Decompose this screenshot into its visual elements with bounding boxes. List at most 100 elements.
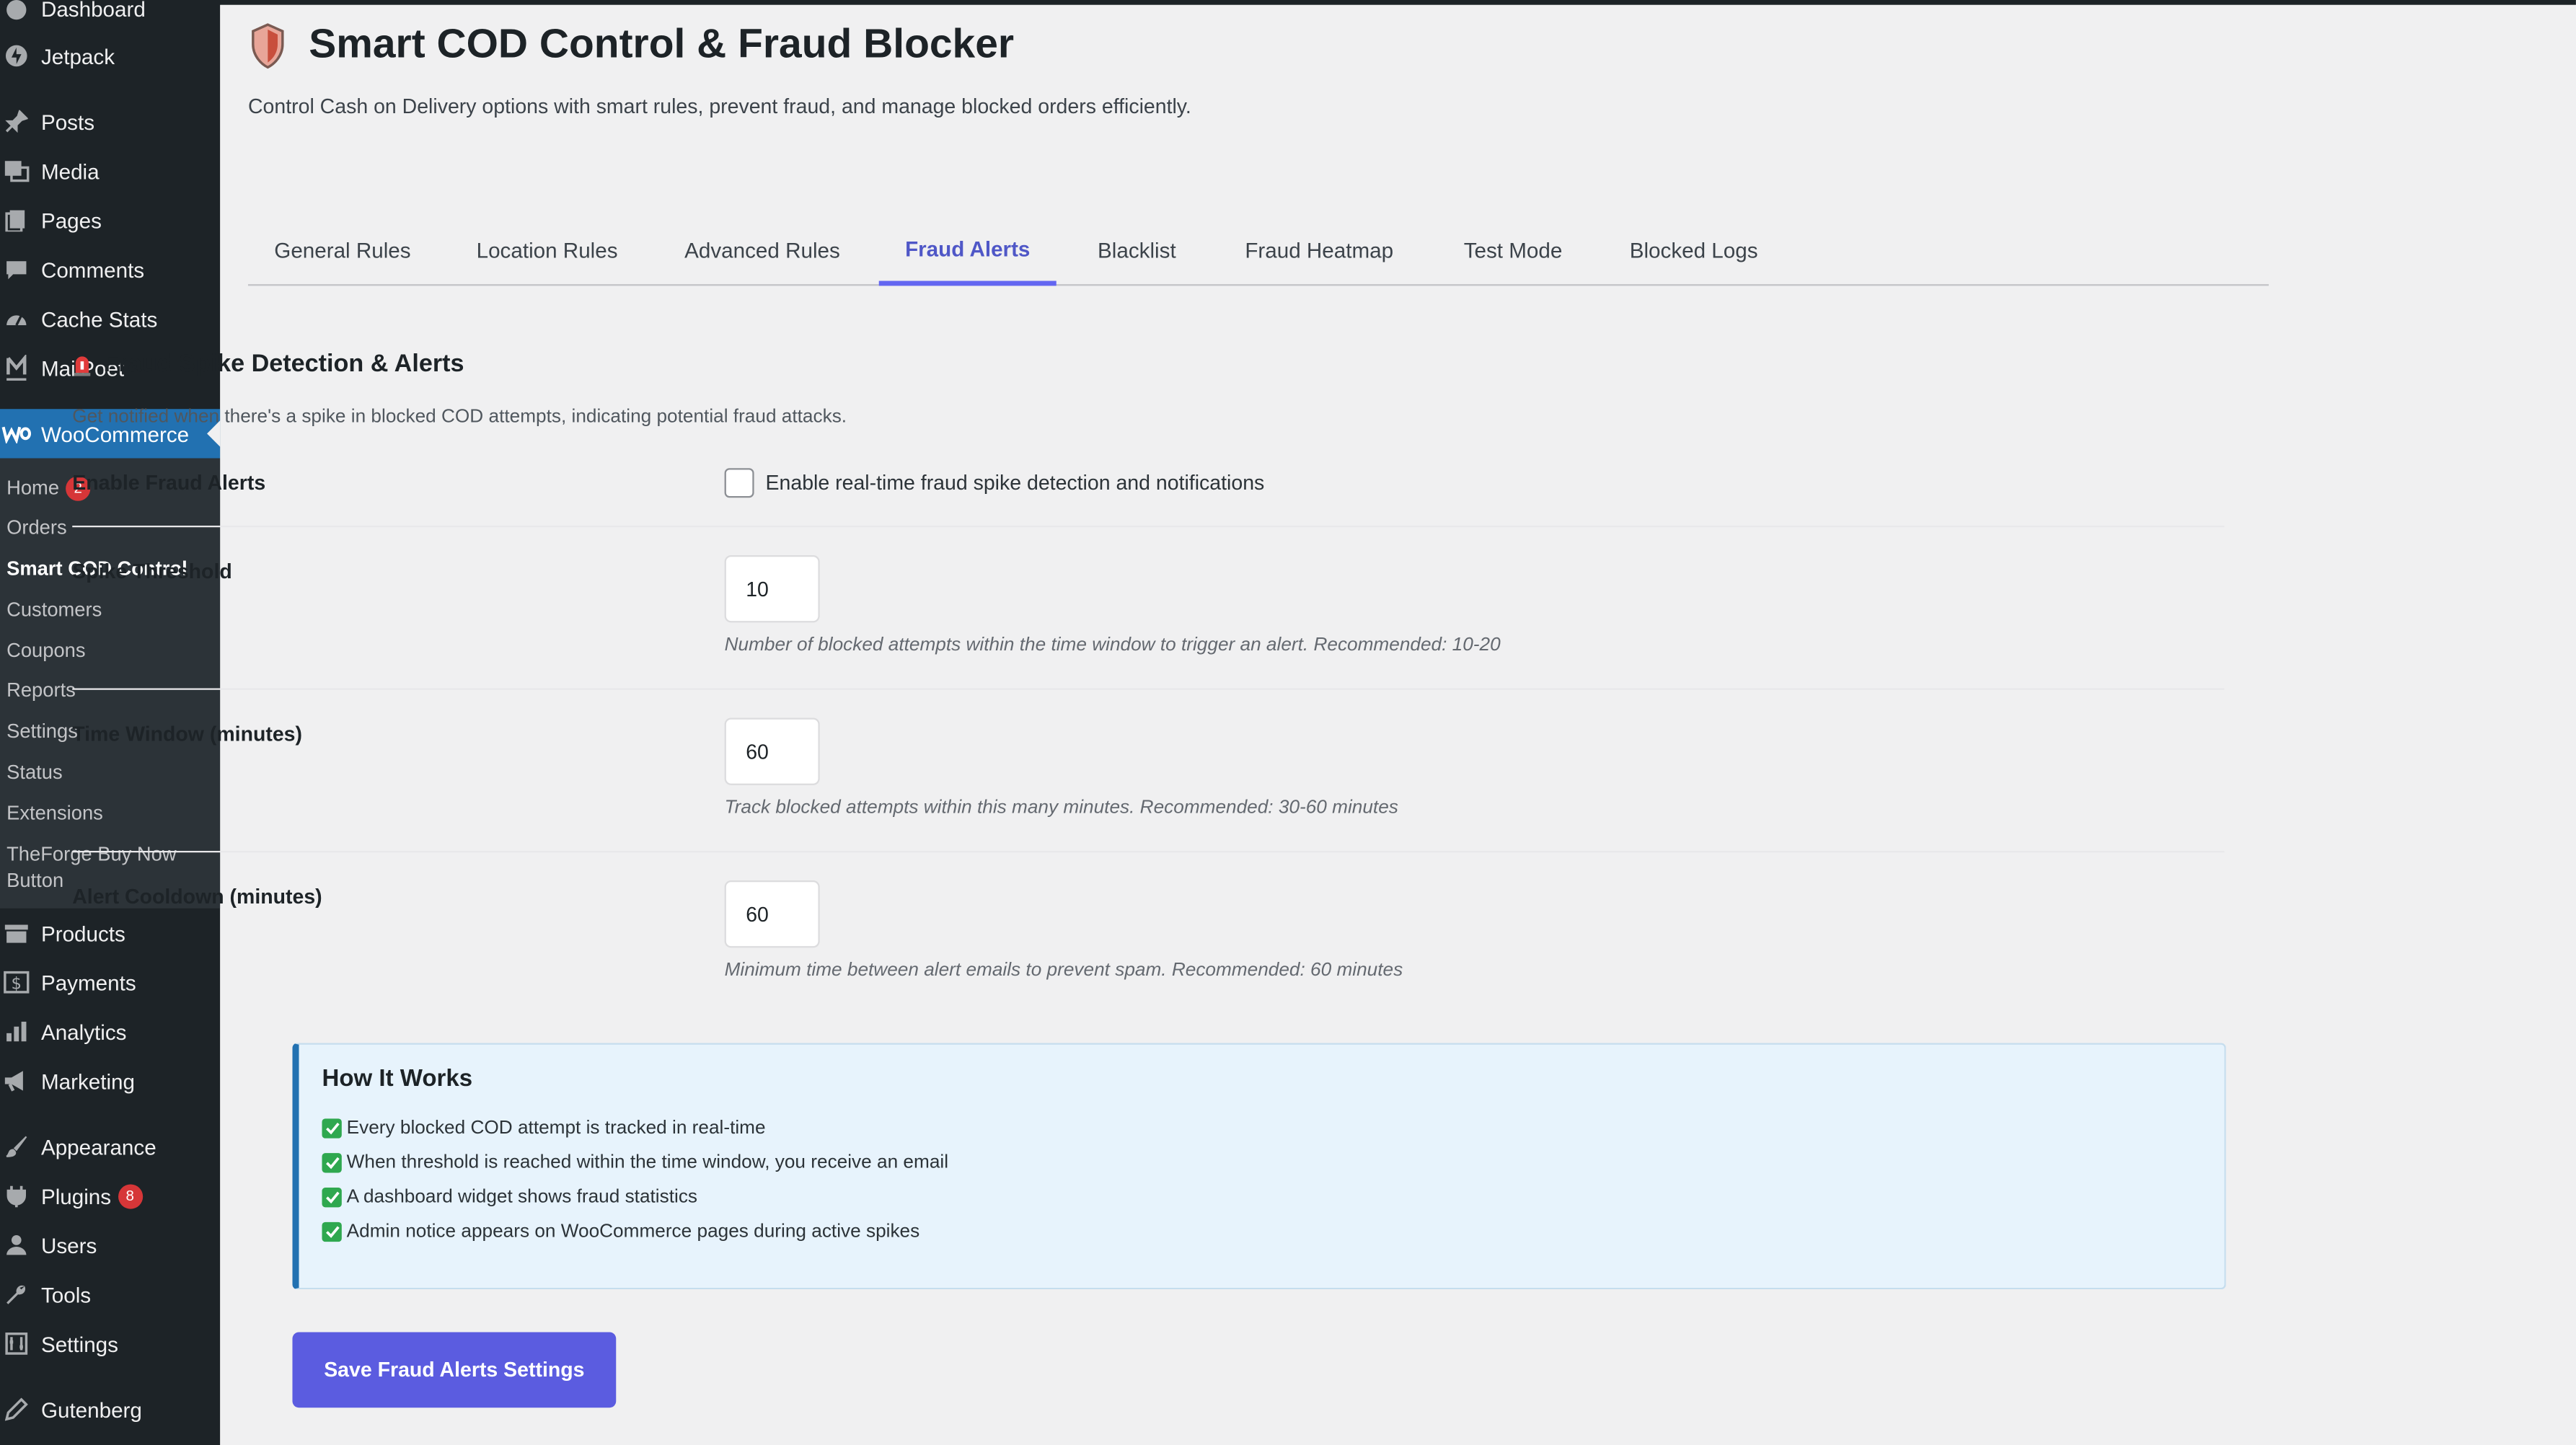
siren-icon <box>74 355 91 376</box>
comment-icon <box>0 253 33 286</box>
megaphone-icon <box>0 1064 33 1097</box>
menu-item-products[interactable]: Products <box>0 909 220 958</box>
submenu-item-customers[interactable]: Customers <box>6 596 213 622</box>
alert-cooldown-help: Minimum time between alert emails to pre… <box>724 960 1403 981</box>
shield-icon <box>252 22 284 69</box>
time-window-label: Time Window (minutes) <box>72 722 303 746</box>
menu-label: Jetpack <box>40 43 115 69</box>
menu-item-settings[interactable]: Settings <box>0 1319 220 1368</box>
row-divider <box>72 851 2225 853</box>
menu-label: Pages <box>40 208 102 233</box>
menu-item-posts[interactable]: Posts <box>0 97 220 146</box>
dashboard-icon <box>0 0 33 25</box>
how-it-works-title: How It Works <box>322 1066 473 1092</box>
menu-item-gutenberg[interactable]: Gutenberg <box>0 1384 220 1433</box>
page-description: Control Cash on Delivery options with sm… <box>247 95 1191 119</box>
how-it-works-item: A dashboard widget shows fraud statistic… <box>322 1187 698 1208</box>
wrench-icon <box>0 1278 33 1311</box>
menu-label: Users <box>40 1232 97 1258</box>
enable-fraud-alerts-checkbox-label[interactable]: Enable real-time fraud spike detection a… <box>766 472 1265 495</box>
menu-label: Appearance <box>40 1134 156 1159</box>
user-icon <box>0 1229 33 1262</box>
menu-item-dashboard[interactable]: Dashboard <box>0 0 220 33</box>
menu-label: Cache Stats <box>40 306 158 332</box>
media-icon <box>0 154 33 187</box>
menu-item-plugins[interactable]: Plugins 8 <box>0 1171 220 1220</box>
check-mark-icon <box>322 1153 342 1173</box>
menu-label: Settings <box>40 1331 118 1356</box>
alert-cooldown-input[interactable]: 60 <box>724 880 820 948</box>
menu-label: Marketing <box>40 1068 135 1094</box>
menu-item-appearance[interactable]: Appearance <box>0 1122 220 1171</box>
how-it-works-box: How It Works Every blocked COD attempt i… <box>292 1043 2226 1290</box>
gauge-icon <box>0 302 33 335</box>
mailpoet-icon <box>0 351 33 384</box>
section-title: Fraud Spike Detection & Alerts <box>72 350 464 378</box>
jetpack-icon <box>0 40 33 73</box>
page-title: Smart COD Control & Fraud Blocker <box>250 22 1014 69</box>
woo-icon <box>0 417 33 451</box>
how-it-works-text: When threshold is reached within the tim… <box>346 1153 949 1173</box>
spike-threshold-label: Spike Threshold <box>72 560 232 583</box>
how-it-works-text: Admin notice appears on WooCommerce page… <box>346 1221 920 1242</box>
check-mark-icon <box>322 1118 342 1139</box>
save-fraud-alerts-button[interactable]: Save Fraud Alerts Settings <box>292 1332 617 1408</box>
tab-general-rules[interactable]: General Rules <box>248 215 437 286</box>
menu-item-users[interactable]: Users <box>0 1221 220 1270</box>
submenu-label: Home <box>6 476 60 500</box>
enable-fraud-alerts-checkbox[interactable] <box>724 468 754 498</box>
menu-item-comments[interactable]: Comments <box>0 244 220 293</box>
time-window-help: Track blocked attempts within this many … <box>724 798 1398 818</box>
spike-threshold-help: Number of blocked attempts within the ti… <box>724 635 1501 655</box>
submenu-item-status[interactable]: Status <box>6 759 213 785</box>
menu-label: Payments <box>40 970 136 995</box>
tab-fraud-heatmap[interactable]: Fraud Heatmap <box>1217 215 1421 286</box>
tab-location-rules[interactable]: Location Rules <box>449 215 645 286</box>
menu-item-payments[interactable]: $ Payments <box>0 958 220 1007</box>
menu-label: Dashboard <box>40 0 146 21</box>
time-window-input[interactable]: 60 <box>724 717 820 785</box>
pin-icon <box>0 105 33 138</box>
enable-fraud-alerts-label: Enable Fraud Alerts <box>72 471 266 495</box>
how-it-works-item: Every blocked COD attempt is tracked in … <box>322 1118 766 1139</box>
section-title-text: Fraud Spike Detection & Alerts <box>103 350 464 378</box>
brush-icon <box>0 1130 33 1163</box>
pencil-icon <box>0 1393 33 1426</box>
svg-text:$: $ <box>12 974 22 993</box>
tab-fraud-alerts[interactable]: Fraud Alerts <box>878 215 1057 286</box>
tab-blocked-logs[interactable]: Blocked Logs <box>1605 215 1783 286</box>
tab-test-mode[interactable]: Test Mode <box>1434 215 1592 286</box>
check-mark-icon <box>322 1187 342 1208</box>
menu-item-tools[interactable]: Tools <box>0 1270 220 1319</box>
submenu-item-extensions[interactable]: Extensions <box>6 800 213 826</box>
menu-label: Media <box>40 158 100 183</box>
admin-bar <box>0 0 2576 5</box>
submenu-item-coupons[interactable]: Coupons <box>6 637 213 663</box>
menu-item-analytics[interactable]: Analytics <box>0 1007 220 1056</box>
tab-blacklist[interactable]: Blacklist <box>1069 215 1204 286</box>
how-it-works-item: When threshold is reached within the tim… <box>322 1153 949 1173</box>
menu-label: Products <box>40 920 125 945</box>
menu-item-jetpack[interactable]: Jetpack <box>0 31 220 80</box>
how-it-works-text: Every blocked COD attempt is tracked in … <box>346 1118 766 1139</box>
alert-cooldown-label: Alert Cooldown (minutes) <box>72 885 322 909</box>
menu-item-cache-stats[interactable]: Cache Stats <box>0 294 220 343</box>
menu-item-marketing[interactable]: Marketing <box>0 1056 220 1105</box>
section-description: Get notified when there's a spike in blo… <box>72 407 847 428</box>
dollar-icon: $ <box>0 965 33 999</box>
page-title-text: Smart COD Control & Fraud Blocker <box>309 21 1015 68</box>
plug-icon <box>0 1180 33 1213</box>
menu-label: Comments <box>40 257 145 282</box>
spike-threshold-input[interactable]: 10 <box>724 554 820 623</box>
menu-label: Posts <box>40 109 95 134</box>
pages-icon <box>0 203 33 237</box>
menu-label: Gutenberg <box>40 1397 142 1422</box>
menu-item-media[interactable]: Media <box>0 146 220 195</box>
notification-badge: 8 <box>118 1183 143 1208</box>
tab-advanced-rules[interactable]: Advanced Rules <box>658 215 865 286</box>
check-mark-icon <box>322 1221 342 1242</box>
menu-item-pages[interactable]: Pages <box>0 195 220 244</box>
how-it-works-text: A dashboard widget shows fraud statistic… <box>346 1187 698 1208</box>
archive-icon <box>0 916 33 950</box>
menu-label: Tools <box>40 1281 92 1307</box>
